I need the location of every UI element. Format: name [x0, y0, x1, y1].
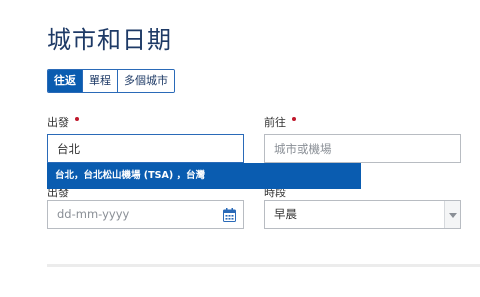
tab-multi-city[interactable]: 多個城市 [117, 70, 174, 92]
tab-round-trip[interactable]: 往返 [48, 70, 82, 92]
destination-label-text: 前往 [264, 116, 286, 129]
origin-label-text: 出發 [47, 116, 69, 129]
destination-input[interactable] [264, 134, 461, 163]
chevron-down-icon [449, 213, 457, 218]
trip-type-tabs: 往返 單程 多個城市 [47, 69, 175, 93]
origin-input[interactable] [47, 134, 244, 163]
required-indicator [292, 117, 296, 121]
depart-date-field[interactable]: dd-mm-yyyy [47, 200, 244, 229]
required-indicator [75, 117, 79, 121]
destination-label: 前往 [264, 114, 296, 130]
depart-time-select[interactable]: 早晨 [264, 200, 461, 229]
calendar-icon[interactable] [223, 208, 236, 222]
section-divider [47, 264, 480, 267]
tab-one-way[interactable]: 單程 [82, 70, 117, 92]
depart-date-placeholder: dd-mm-yyyy [57, 207, 130, 221]
page-title: 城市和日期 [47, 26, 172, 54]
depart-time-value: 早晨 [274, 207, 297, 221]
autocomplete-suggestion[interactable]: 台北，台北松山機場 (TSA) ，台灣 [47, 163, 361, 189]
origin-label: 出發 [47, 114, 79, 130]
select-caret-box [444, 201, 460, 228]
